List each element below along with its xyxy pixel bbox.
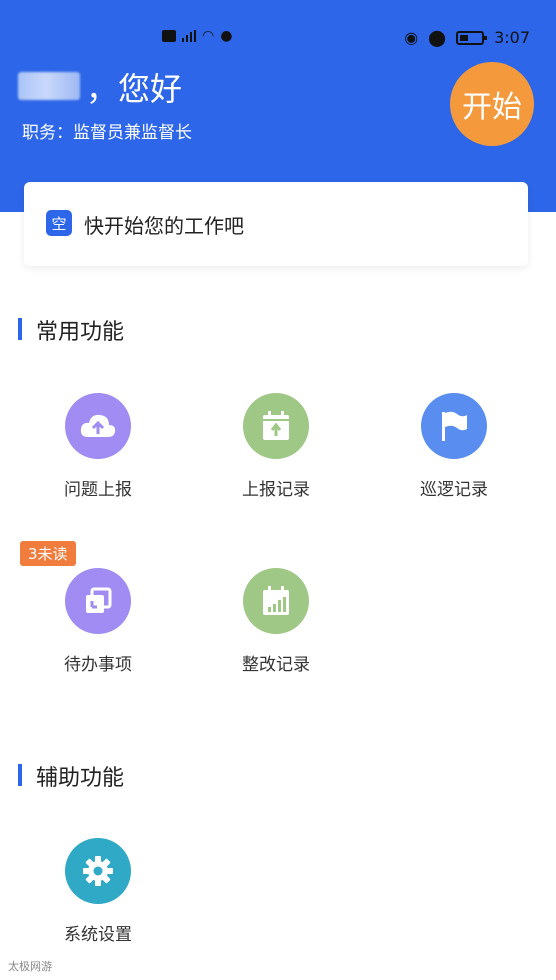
tile-todo[interactable]: 待办事项	[8, 568, 188, 675]
section-bar	[18, 318, 22, 340]
status-time: 3:07	[494, 28, 530, 47]
tile-rectify-records[interactable]: 整改记录	[186, 568, 366, 675]
section-title-text: 辅助功能	[36, 766, 125, 791]
calendar-chart-icon	[243, 568, 309, 634]
notice-text: 快开始您的工作吧	[84, 214, 244, 238]
header: ◠ ● ◉ ⬤ 3:07 ，您好 职务：监督员兼监督长 开始	[0, 0, 556, 212]
copy-icon	[65, 568, 131, 634]
watermark: 太极网游	[8, 960, 52, 973]
status-right: ◉ ⬤ 3:07	[404, 28, 530, 47]
gear-icon	[65, 838, 131, 904]
hd-icon	[162, 30, 176, 42]
section-title-text: 常用功能	[36, 320, 125, 345]
tile-report-issue[interactable]: 问题上报	[8, 393, 188, 500]
tile-report-records[interactable]: 上报记录	[186, 393, 366, 500]
tile-label: 问题上报	[64, 480, 132, 500]
section-bar	[18, 764, 22, 786]
location-icon: ⬤	[428, 28, 447, 47]
alarm-icon: ◉	[404, 28, 419, 47]
battery-icon	[456, 30, 488, 45]
tile-label: 上报记录	[242, 480, 310, 500]
status-left: ◠ ●	[162, 28, 232, 44]
calendar-upload-icon	[243, 393, 309, 459]
tile-system-settings[interactable]: 系统设置	[8, 838, 188, 945]
flag-icon	[421, 393, 487, 459]
section-title-common: 常用功能	[18, 314, 124, 346]
notice-icon: 空	[46, 210, 72, 236]
notice-card[interactable]: 空 快开始您的工作吧	[24, 182, 528, 266]
greeting-text: ，您好	[86, 70, 183, 108]
signal-icon	[182, 30, 196, 42]
cloud-upload-icon	[65, 393, 131, 459]
tile-label: 整改记录	[242, 655, 310, 675]
role-text: 职务：监督员兼监督长	[22, 123, 192, 143]
tile-label: 待办事项	[64, 655, 132, 675]
section-title-aux: 辅助功能	[18, 760, 124, 792]
tile-patrol-records[interactable]: 巡逻记录	[364, 393, 544, 500]
hotspot-icon: ●	[220, 28, 233, 44]
unread-badge: 3未读	[20, 541, 76, 566]
wifi-icon: ◠	[202, 28, 215, 44]
tile-label: 巡逻记录	[420, 480, 488, 500]
tile-label: 系统设置	[64, 925, 132, 945]
start-button[interactable]: 开始	[450, 62, 534, 146]
status-bar: ◠ ● ◉ ⬤ 3:07	[0, 26, 556, 54]
user-name-blurred	[18, 72, 80, 100]
